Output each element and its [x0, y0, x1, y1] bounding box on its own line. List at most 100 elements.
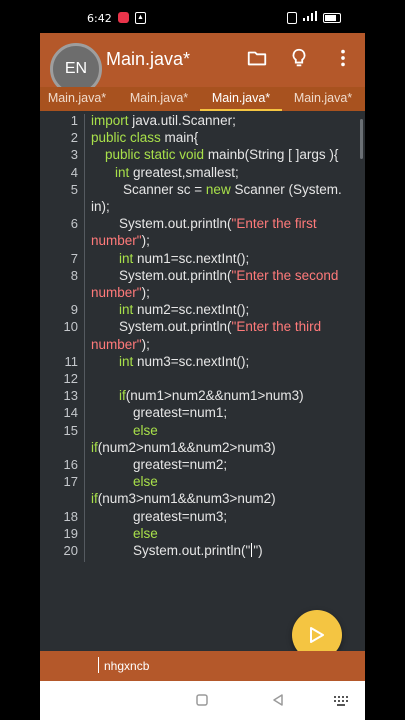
code-token: System.out.println(" — [133, 543, 251, 558]
code-text[interactable]: else — [133, 474, 158, 489]
code-text[interactable]: else — [133, 526, 158, 541]
code-line[interactable]: 5 Scanner sc = new Scanner (System. — [40, 182, 365, 199]
code-line[interactable]: 2 public class main{ — [40, 130, 365, 147]
folder-icon[interactable] — [246, 47, 270, 71]
notification-app-icon — [118, 12, 129, 23]
app-toolbar: EN Main.java* — [40, 33, 365, 95]
code-line[interactable]: 18 greatest=num3; — [40, 509, 365, 526]
code-line[interactable]: 1 import java.util.Scanner; — [40, 113, 365, 130]
code-text[interactable]: int num3=sc.nextInt(); — [119, 354, 249, 369]
line-number: 12 — [63, 371, 78, 386]
code-text[interactable]: else — [133, 423, 158, 438]
code-token: greatest=num3; — [133, 508, 228, 524]
notification-download-icon: ▲ — [135, 12, 146, 24]
code-text[interactable]: in); — [91, 199, 110, 214]
code-token: ); — [141, 233, 150, 249]
code-token: main{ — [160, 130, 199, 146]
code-text[interactable]: greatest=num1; — [133, 405, 227, 420]
code-text[interactable]: greatest=num2; — [133, 457, 227, 472]
keyword-token: import — [91, 113, 129, 128]
more-vert-icon[interactable] — [332, 47, 356, 71]
code-line[interactable]: 6 System.out.println("Enter the first — [40, 216, 365, 233]
code-text[interactable]: Scanner sc = new Scanner (System. — [123, 182, 342, 197]
line-number: 11 — [64, 353, 79, 369]
tab-main-java-4[interactable]: Main.java* — [282, 87, 364, 111]
keyword-token: public static void — [105, 147, 205, 163]
back-triangle-icon[interactable] — [272, 693, 284, 711]
code-text[interactable]: int num2=sc.nextInt(); — [119, 302, 249, 317]
keyword-token: new — [205, 181, 231, 197]
code-text[interactable]: greatest=num3; — [133, 509, 227, 524]
code-line[interactable]: number"); — [40, 233, 365, 250]
code-text[interactable]: System.out.println("Enter the second — [119, 268, 338, 283]
line-number: 15 — [63, 422, 78, 438]
keyword-token: if — [91, 439, 98, 455]
keyword-token: else — [133, 422, 158, 438]
code-line[interactable]: 13 if(num1>num2&&num1>num3) — [40, 388, 365, 405]
code-editor[interactable]: 1 import java.util.Scanner; 2 public class … — [40, 111, 365, 651]
file-title: Main.java* — [106, 49, 191, 69]
code-line[interactable]: if(num2>num1&&num2>num3) — [40, 440, 365, 457]
code-token: (num1>num2&&num1>num3) — [125, 388, 304, 404]
keyword-token: if — [91, 491, 98, 507]
code-line[interactable]: number"); — [40, 285, 365, 302]
code-text[interactable]: number"); — [91, 337, 150, 352]
line-number: 6 — [70, 216, 78, 232]
keyword-token: if — [119, 388, 126, 404]
square-icon[interactable] — [196, 693, 208, 711]
string-token: number" — [91, 336, 142, 352]
input-bar[interactable]: nhgxncb — [40, 651, 365, 681]
code-line[interactable]: 8 System.out.println("Enter the second — [40, 268, 365, 285]
string-token: number" — [91, 285, 142, 300]
code-text[interactable]: number"); — [91, 233, 150, 248]
code-line[interactable]: number"); — [40, 337, 365, 354]
code-line[interactable]: 19 else — [40, 526, 365, 543]
code-text[interactable]: if(num1>num2&&num1>num3) — [119, 388, 304, 403]
code-text[interactable]: System.out.println("Enter the third — [119, 319, 321, 334]
code-line[interactable]: 4 int greatest,smallest; — [40, 165, 365, 182]
code-token: num3=sc.nextInt(); — [133, 353, 250, 369]
code-text[interactable]: System.out.println("Enter the first — [119, 216, 317, 231]
file-tabs: Main.java* Main.java* Main.java* Main.ja… — [40, 87, 365, 111]
code-line[interactable]: 16 greatest=num2; — [40, 457, 365, 474]
input-text[interactable]: nhgxncb — [104, 659, 149, 673]
code-line[interactable]: in); — [40, 199, 365, 216]
keyword-token: int — [119, 250, 134, 266]
code-line[interactable]: 11 int num3=sc.nextInt(); — [40, 354, 365, 371]
line-number: 2 — [70, 130, 78, 146]
code-text[interactable]: number"); — [91, 285, 150, 300]
code-text[interactable]: import java.util.Scanner; — [91, 113, 236, 128]
line-number: 1 — [70, 113, 78, 128]
keyword-token: int — [119, 302, 134, 318]
code-line[interactable]: 15 else — [40, 423, 365, 440]
code-line[interactable]: 10 System.out.println("Enter the third — [40, 319, 365, 336]
code-line[interactable]: 14 greatest=num1; — [40, 405, 365, 422]
keyboard-icon[interactable] — [334, 693, 348, 711]
tab-main-java-3-active[interactable]: Main.java* — [200, 87, 282, 111]
keyword-token: int — [119, 353, 134, 369]
code-line[interactable]: if(num3>num1&&num3>num2) — [40, 491, 365, 508]
line-number: 9 — [70, 302, 78, 318]
line-number: 20 — [63, 543, 78, 558]
code-line[interactable]: 7 int num1=sc.nextInt(); — [40, 251, 365, 268]
code-text[interactable]: if(num3>num1&&num3>num2) — [91, 491, 276, 506]
code-line[interactable]: 3 public static void mainb(String [ ]args… — [40, 147, 365, 164]
code-line[interactable]: 9 int num2=sc.nextInt(); — [40, 302, 365, 319]
code-line[interactable]: 12 — [40, 371, 365, 388]
code-text[interactable]: System.out.println(" ") — [133, 543, 263, 558]
code-text[interactable]: public class main{ — [91, 130, 198, 145]
code-token: num1=sc.nextInt(); — [133, 250, 250, 266]
code-line[interactable]: 17 else — [40, 474, 365, 491]
lightbulb-icon[interactable] — [288, 47, 312, 71]
code-token: greatest,smallest; — [129, 164, 239, 180]
code-text[interactable]: int num1=sc.nextInt(); — [119, 251, 249, 266]
tab-main-java-1[interactable]: Main.java* — [40, 87, 118, 111]
keyword-token: int — [115, 164, 130, 180]
tab-main-java-2[interactable]: Main.java* — [118, 87, 200, 111]
code-token: ") — [253, 543, 263, 558]
code-text[interactable]: public static void mainb(String [ ]args … — [105, 147, 338, 162]
code-text[interactable]: int greatest,smallest; — [115, 165, 239, 180]
code-token: (num3>num1&&num3>num2) — [97, 491, 276, 507]
code-text[interactable]: if(num2>num1&&num2>num3) — [91, 440, 276, 455]
code-line[interactable]: 20 System.out.println(" ") — [40, 543, 365, 560]
